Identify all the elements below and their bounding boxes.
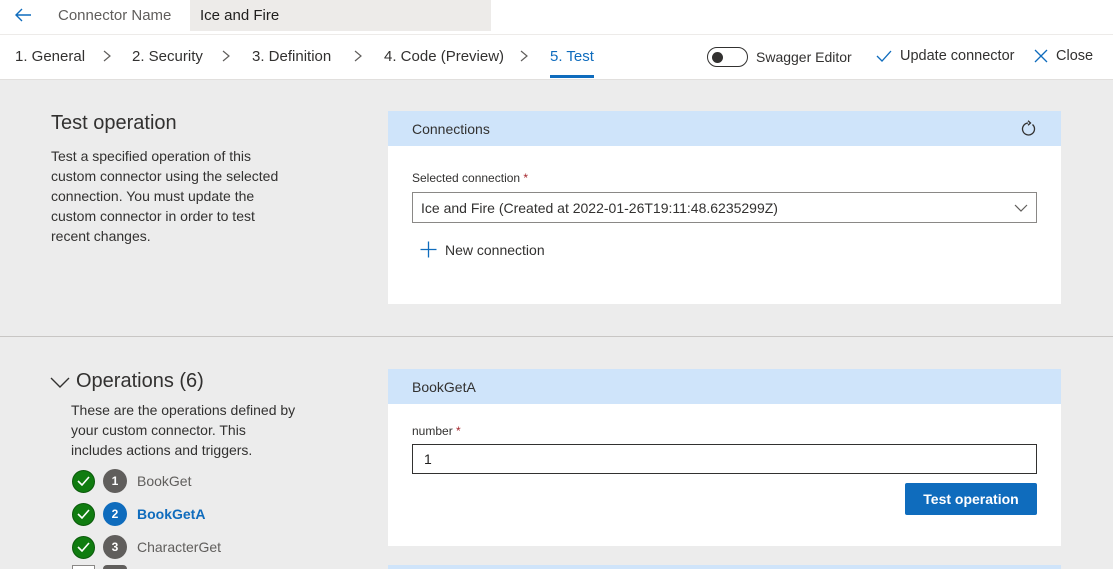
back-arrow-icon[interactable] xyxy=(10,4,36,28)
test-operation-button[interactable]: Test operation xyxy=(905,483,1037,515)
swagger-editor-toggle[interactable] xyxy=(707,47,748,67)
operation-number-badge-partial xyxy=(103,565,127,569)
chevron-right-icon xyxy=(354,50,362,62)
operation-number-badge: 1 xyxy=(103,469,127,493)
refresh-icon[interactable] xyxy=(1019,119,1037,138)
test-operation-title: Test operation xyxy=(51,112,177,134)
connector-name-input[interactable] xyxy=(190,0,491,31)
operations-toggle[interactable]: Operations (6) xyxy=(50,370,204,393)
operation-name: BookGet xyxy=(137,473,192,489)
operation-panel-header: BookGetA xyxy=(388,369,1061,404)
checkmark-icon xyxy=(876,50,892,62)
swagger-editor-label: Swagger Editor xyxy=(756,49,852,65)
step-security[interactable]: 2. Security xyxy=(132,48,203,65)
operation-name: CharacterGet xyxy=(137,539,222,555)
close-icon xyxy=(1034,49,1048,63)
required-asterisk: * xyxy=(523,171,529,185)
step-general[interactable]: 1. General xyxy=(15,48,85,65)
top-bar: Connector Name xyxy=(0,0,1113,35)
step-test[interactable]: 5. Test xyxy=(550,48,594,78)
operation-number-badge: 2 xyxy=(103,502,127,526)
operation-panel: BookGetA number * Test operation xyxy=(388,369,1061,546)
update-connector-button[interactable]: Update connector xyxy=(876,48,1014,64)
next-panel-header xyxy=(388,565,1061,569)
operation-item-bookget[interactable]: 1 BookGet xyxy=(72,469,191,493)
wizard-steps-bar: 1. General 2. Security 3. Definition 4. … xyxy=(0,35,1113,80)
chevron-down-icon xyxy=(50,377,70,388)
test-operation-description: Test a specified operation of this custo… xyxy=(51,148,279,244)
selected-connection-label: Selected connection * xyxy=(412,171,529,185)
close-button[interactable]: Close xyxy=(1034,48,1093,64)
selected-connection-value: Ice and Fire (Created at 2022-01-26T19:1… xyxy=(421,199,778,216)
operation-panel-title: BookGetA xyxy=(412,378,476,395)
plus-icon xyxy=(420,241,437,258)
success-check-icon xyxy=(72,469,95,493)
number-param-input[interactable] xyxy=(412,444,1037,474)
operation-number-badge: 3 xyxy=(103,535,127,559)
operations-title: Operations (6) xyxy=(76,370,204,392)
connections-panel: Connections Selected connection * Ice an… xyxy=(388,111,1061,304)
new-connection-button[interactable]: New connection xyxy=(420,241,545,258)
operation-item-partial[interactable] xyxy=(72,565,95,569)
new-connection-label: New connection xyxy=(445,241,545,258)
update-connector-label: Update connector xyxy=(900,48,1015,64)
operation-name: BookGetA xyxy=(137,506,206,522)
connections-header: Connections xyxy=(388,111,1061,146)
connections-title: Connections xyxy=(412,120,490,137)
success-check-icon xyxy=(72,535,95,559)
chevron-down-icon xyxy=(1014,204,1028,212)
operations-description: These are the operations defined by your… xyxy=(71,402,296,458)
required-asterisk: * xyxy=(456,424,461,438)
step-definition[interactable]: 3. Definition xyxy=(252,48,331,65)
toggle-knob xyxy=(712,51,723,63)
operation-item-bookgeta[interactable]: 2 BookGetA xyxy=(72,502,205,526)
chevron-right-icon xyxy=(222,50,230,62)
connector-name-label: Connector Name xyxy=(58,7,172,24)
operation-item-characterget[interactable]: 3 CharacterGet xyxy=(72,535,221,559)
section-divider xyxy=(0,336,1113,337)
chevron-right-icon xyxy=(520,50,528,62)
success-check-icon xyxy=(72,502,95,526)
step-code-preview[interactable]: 4. Code (Preview) xyxy=(384,48,504,65)
chevron-right-icon xyxy=(103,50,111,62)
selected-connection-dropdown[interactable]: Ice and Fire (Created at 2022-01-26T19:1… xyxy=(412,192,1037,223)
number-param-label: number * xyxy=(412,424,461,438)
close-label: Close xyxy=(1056,48,1094,64)
